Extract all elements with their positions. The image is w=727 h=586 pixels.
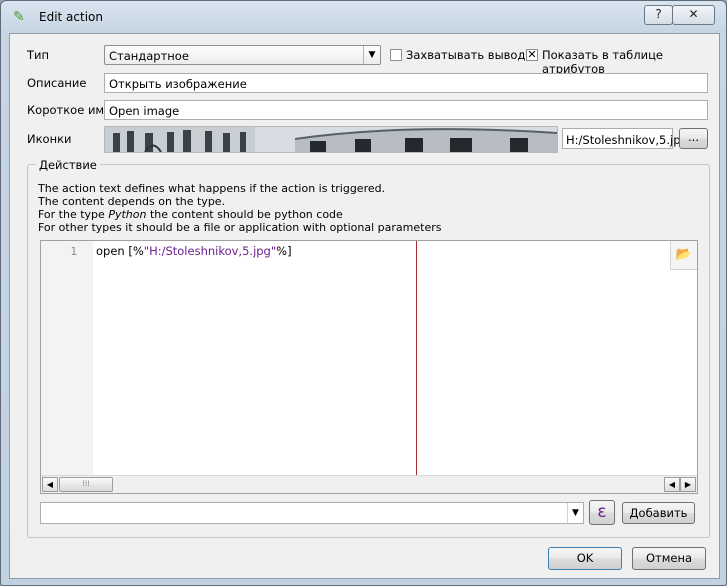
cancel-button[interactable]: Отмена — [632, 547, 706, 570]
icons-label: Иконки — [27, 132, 72, 146]
scroll-right-icon[interactable]: ▶ — [680, 477, 696, 492]
action-group-title: Действие — [36, 158, 100, 172]
type-combo[interactable]: Стандартное ▼ — [104, 45, 381, 65]
show-in-table-checkbox[interactable]: ✕ — [526, 49, 538, 61]
line-number: 1 — [70, 245, 77, 258]
expression-combo[interactable]: ▼ — [40, 502, 584, 524]
expression-builder-button[interactable]: ε — [589, 500, 615, 525]
line-number-gutter: 1 — [41, 241, 93, 475]
help-line-italic: Python — [108, 208, 147, 221]
description-input[interactable]: Открыть изображение — [104, 73, 708, 93]
chevron-down-icon[interactable]: ▼ — [363, 46, 380, 64]
code-token: open [% — [96, 244, 144, 258]
code-line[interactable]: open [%"H:/Stoleshnikov,5.jpg"%] — [96, 244, 292, 258]
folder-icon[interactable]: 📂 — [670, 241, 697, 270]
dialog-body: Тип Стандартное ▼ Захватывать вывод ✕ По… — [9, 33, 720, 579]
description-label: Описание — [27, 76, 87, 90]
horizontal-scrollbar[interactable]: ◀ ⁞⁞⁞ ◀ ▶ — [41, 475, 697, 493]
code-string-token: "H:/Stoleshnikov,5.jpg" — [143, 244, 277, 258]
title-bar[interactable]: ✎ Edit action ? ✕ — [1, 1, 726, 33]
show-in-table-label: Показать в таблице атрибутов — [542, 48, 663, 76]
icon-path-input[interactable]: H:/Stoleshnikov,5.jpg — [562, 128, 688, 149]
browse-icon-button[interactable]: ... — [679, 128, 708, 149]
scroll-right-icon[interactable]: ◀ — [664, 477, 680, 492]
short-name-input[interactable]: Open image — [104, 100, 708, 120]
code-token: %] — [276, 244, 292, 258]
window-title: Edit action — [39, 10, 103, 24]
ok-button[interactable]: OK — [548, 547, 622, 570]
help-line: For the type Python the content should b… — [38, 208, 343, 221]
help-line: The content depends on the type. — [38, 195, 226, 208]
scrollbar-thumb[interactable]: ⁞⁞⁞ — [59, 477, 113, 492]
building-photo — [105, 127, 557, 152]
action-help-text: The action text defines what happens if … — [38, 182, 441, 234]
action-code-editor[interactable]: 1 open [%"H:/Stoleshnikov,5.jpg"%] 📂 ◀ ⁞… — [40, 240, 698, 494]
edge-marker-line — [416, 241, 417, 475]
edit-action-dialog: ✎ Edit action ? ✕ Тип Стандартное ▼ Захв… — [0, 0, 727, 586]
help-line-part: For the type — [38, 208, 109, 221]
scroll-left-icon[interactable]: ◀ — [42, 477, 58, 492]
help-line-part: the content should be python code — [146, 208, 343, 221]
help-button[interactable]: ? — [644, 5, 673, 25]
chevron-down-icon[interactable]: ▼ — [567, 503, 583, 523]
help-line: The action text defines what happens if … — [38, 182, 386, 195]
add-button[interactable]: Добавить — [622, 502, 695, 524]
capture-output-checkbox[interactable] — [390, 49, 402, 61]
qgis-pencil-icon: ✎ — [13, 9, 25, 25]
close-button[interactable]: ✕ — [672, 5, 715, 25]
short-name-label: Короткое имя — [27, 103, 112, 117]
icon-preview-image — [104, 126, 558, 153]
capture-output-label: Захватывать вывод — [406, 48, 526, 62]
type-combo-value: Стандартное — [109, 49, 189, 63]
type-label: Тип — [27, 48, 50, 62]
help-line: For other types it should be a file or a… — [38, 221, 442, 234]
